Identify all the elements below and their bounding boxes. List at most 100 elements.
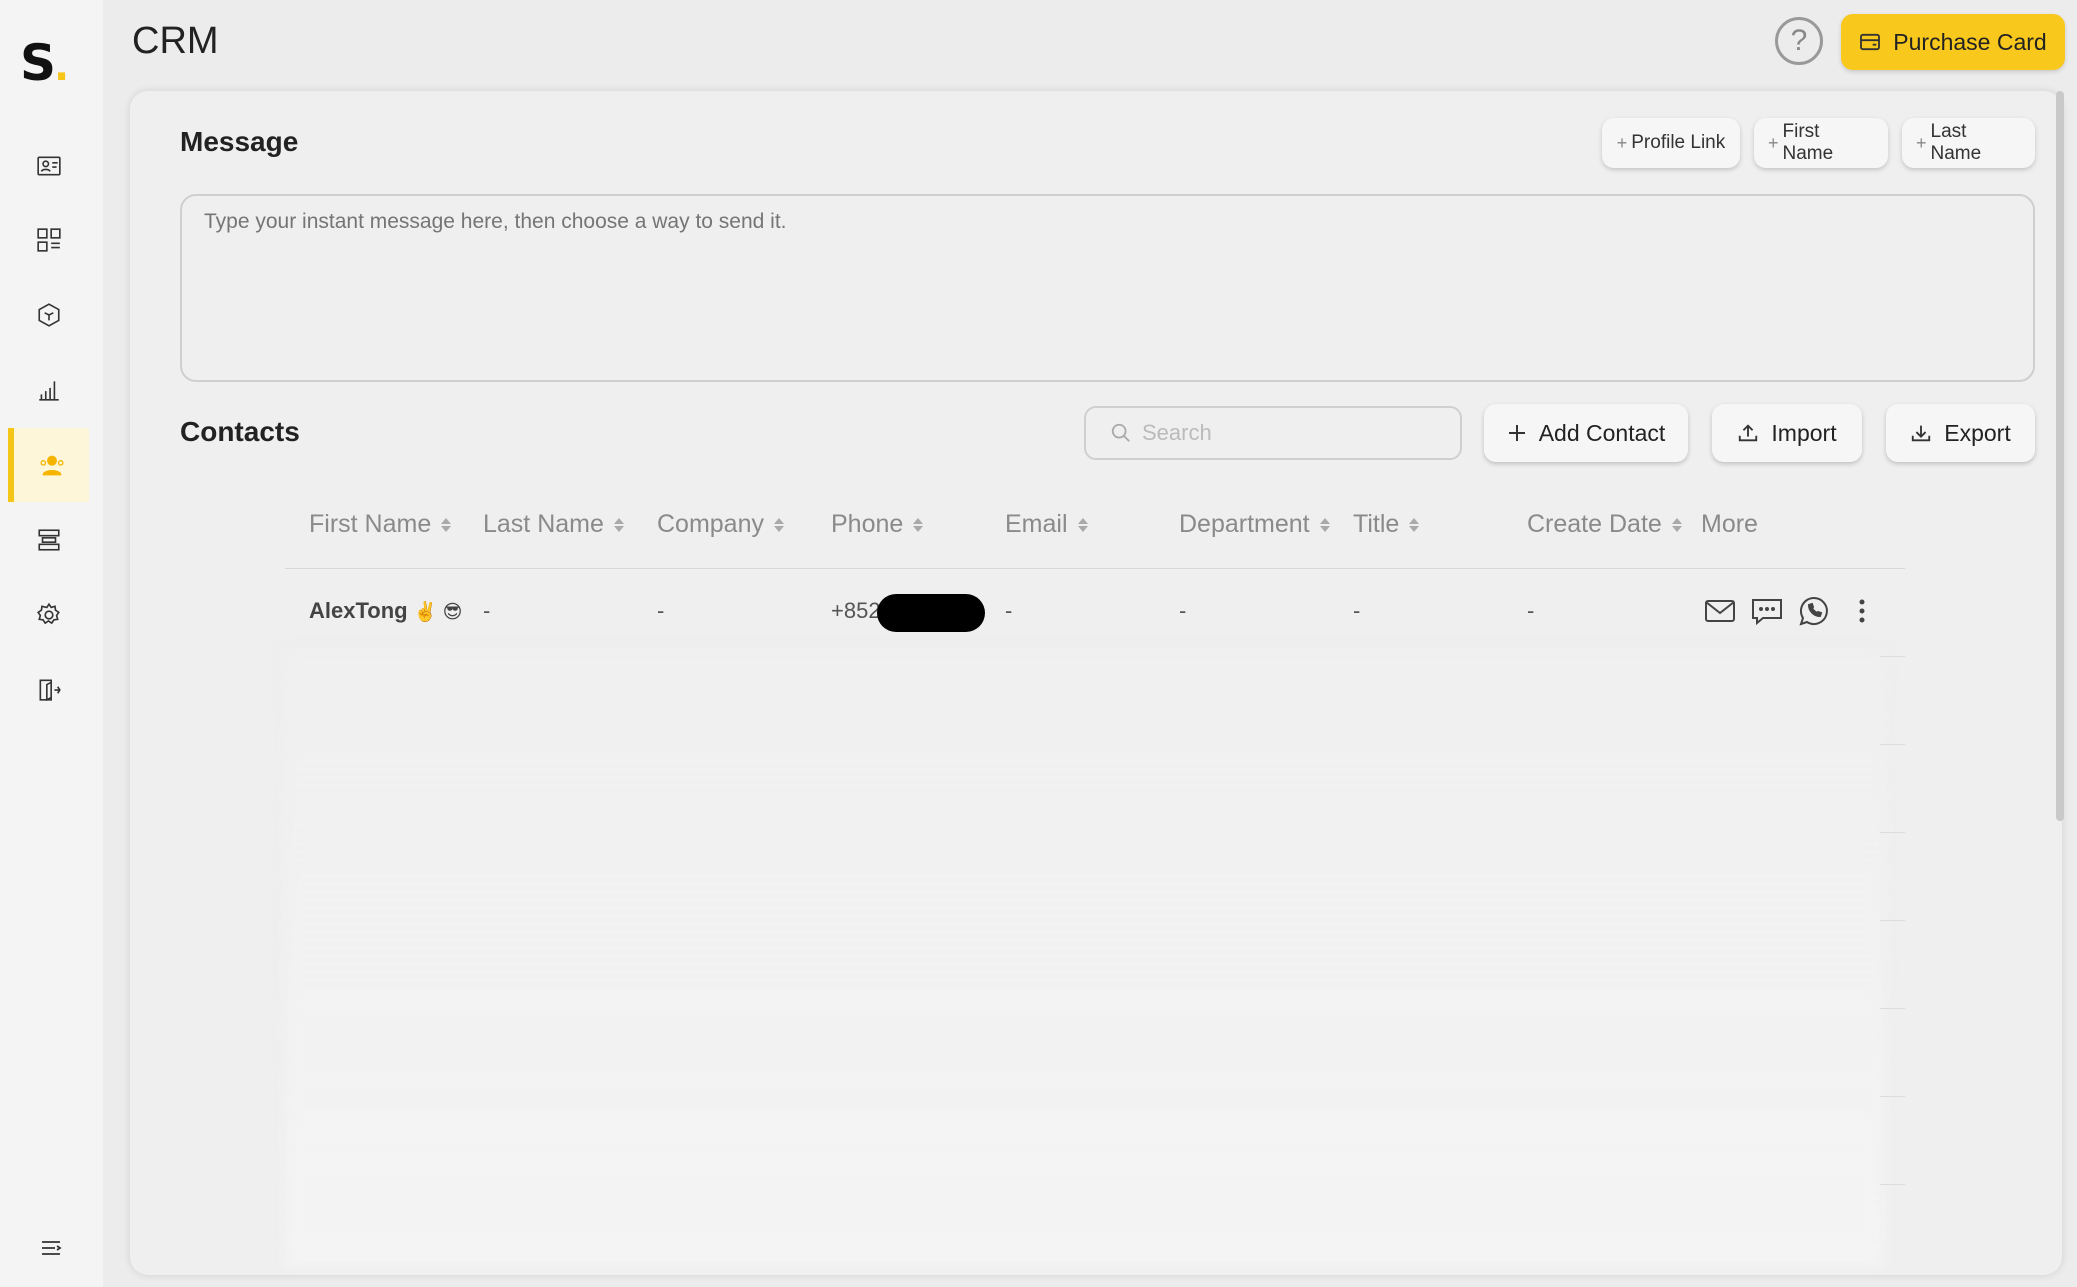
cell-last-name: - <box>483 598 491 623</box>
column-label: More <box>1701 510 1758 538</box>
row-divider <box>1880 656 1905 657</box>
cell-create-date: - <box>1527 598 1535 623</box>
purchase-card-button[interactable]: Purchase Card <box>1841 14 2065 70</box>
insert-first-name-chip[interactable]: + First Name <box>1754 118 1888 168</box>
add-contact-label: Add Contact <box>1538 419 1666 446</box>
dashboard-grid-icon <box>36 228 61 252</box>
insert-last-name-chip[interactable]: + Last Name <box>1902 118 2035 168</box>
logout-icon <box>39 679 61 702</box>
plus-icon <box>1508 425 1525 441</box>
contacts-section-title: Contacts <box>180 416 300 447</box>
help-button[interactable]: ? <box>1775 17 1823 65</box>
search-icon <box>1111 423 1130 442</box>
sort-icon <box>774 517 784 532</box>
send-email-button[interactable] <box>1703 596 1737 626</box>
plus-icon: + <box>1616 132 1628 153</box>
add-contact-button[interactable]: Add Contact <box>1484 404 1688 462</box>
name-emojis: ✌️ 😎 <box>413 602 463 623</box>
redacted-phone-number <box>877 594 985 632</box>
sidebar-item-logout[interactable] <box>8 653 89 727</box>
cell-company: - <box>657 598 665 623</box>
purchase-card-label: Purchase Card <box>1893 28 2047 55</box>
send-whatsapp-button[interactable] <box>1797 596 1831 626</box>
column-header-title[interactable]: Title <box>1353 510 1420 539</box>
layers-icon <box>37 529 60 551</box>
column-label: Department <box>1179 510 1310 538</box>
blurred-table-body <box>285 648 1885 1268</box>
sidebar-item-settings[interactable] <box>8 578 89 652</box>
sort-icon <box>1409 517 1420 532</box>
sort-icon <box>1319 517 1330 532</box>
card-icon <box>1860 33 1881 51</box>
search-input[interactable] <box>1142 420 1442 446</box>
sidebar-item-profile[interactable] <box>8 129 89 203</box>
row-divider <box>1880 744 1905 745</box>
mail-icon <box>1705 600 1735 622</box>
scrollbar[interactable] <box>2056 91 2064 821</box>
logo-letter: S <box>20 34 56 92</box>
more-vertical-icon <box>1859 599 1865 623</box>
sidebar-item-contacts[interactable] <box>8 428 89 502</box>
table-header-divider <box>285 568 1905 569</box>
column-header-more: More <box>1701 510 1758 539</box>
import-button[interactable]: Import <box>1712 404 1862 462</box>
column-label: Email <box>1005 510 1068 538</box>
sort-icon <box>1077 517 1088 532</box>
cell-first-name: AlexTong ✌️ 😎 <box>309 598 462 624</box>
column-header-create-date[interactable]: Create Date <box>1527 510 1682 539</box>
column-header-email[interactable]: Email <box>1005 510 1088 539</box>
insert-profile-link-chip[interactable]: + Profile Link <box>1602 118 1740 168</box>
message-textarea[interactable] <box>180 194 2035 382</box>
cell-title: - <box>1353 598 1361 623</box>
cube-icon <box>37 303 60 327</box>
column-label: Company <box>657 510 764 538</box>
sidebar-item-dashboard[interactable] <box>8 203 89 277</box>
import-label: Import <box>1771 419 1837 446</box>
sidebar-item-layers[interactable] <box>8 503 89 577</box>
column-header-department[interactable]: Department <box>1179 510 1330 539</box>
page-title: CRM <box>132 20 219 62</box>
row-divider <box>1880 1096 1905 1097</box>
more-actions-button[interactable] <box>1845 596 1879 626</box>
plus-icon: + <box>1768 132 1779 153</box>
send-sms-button[interactable] <box>1750 596 1784 626</box>
chip-label: Profile Link <box>1631 132 1726 153</box>
help-icon: ? <box>1790 24 1808 57</box>
profile-card-icon <box>36 156 61 176</box>
bar-chart-icon <box>38 381 59 401</box>
row-divider <box>1880 1008 1905 1009</box>
chip-label: First Name <box>1782 121 1834 164</box>
column-label: Phone <box>831 510 904 538</box>
sort-icon <box>1671 517 1682 532</box>
chat-icon <box>1752 599 1782 625</box>
column-header-phone[interactable]: Phone <box>831 510 924 539</box>
first-name-text: AlexTong <box>309 598 408 623</box>
sidebar: S. <box>0 0 103 1287</box>
cell-department: - <box>1179 598 1187 623</box>
column-label: Title <box>1353 510 1400 538</box>
export-label: Export <box>1944 419 2011 446</box>
settings-icon <box>36 602 60 625</box>
row-divider <box>1880 1184 1905 1185</box>
column-header-first-name[interactable]: First Name <box>309 510 452 539</box>
sort-icon <box>441 517 452 532</box>
upload-icon <box>1739 424 1758 442</box>
column-label: Create Date <box>1527 510 1662 538</box>
sidebar-item-products[interactable] <box>8 278 89 352</box>
plus-icon: + <box>1916 132 1927 153</box>
sidebar-item-analytics[interactable] <box>8 353 89 427</box>
sort-icon <box>913 517 924 532</box>
logo-dot: . <box>54 44 69 90</box>
row-divider <box>1880 920 1905 921</box>
search-field[interactable] <box>1084 406 1462 460</box>
chip-label: Last Name <box>1930 121 1982 164</box>
column-header-last-name[interactable]: Last Name <box>483 510 624 539</box>
cell-phone: +852 <box>831 598 881 623</box>
brand-logo[interactable]: S. <box>20 38 80 90</box>
menu-collapse-icon[interactable] <box>38 1236 64 1260</box>
export-button[interactable]: Export <box>1886 404 2035 462</box>
column-label: Last Name <box>483 510 604 538</box>
contacts-icon <box>40 455 63 476</box>
column-header-company[interactable]: Company <box>657 510 784 539</box>
sort-icon <box>613 517 624 532</box>
